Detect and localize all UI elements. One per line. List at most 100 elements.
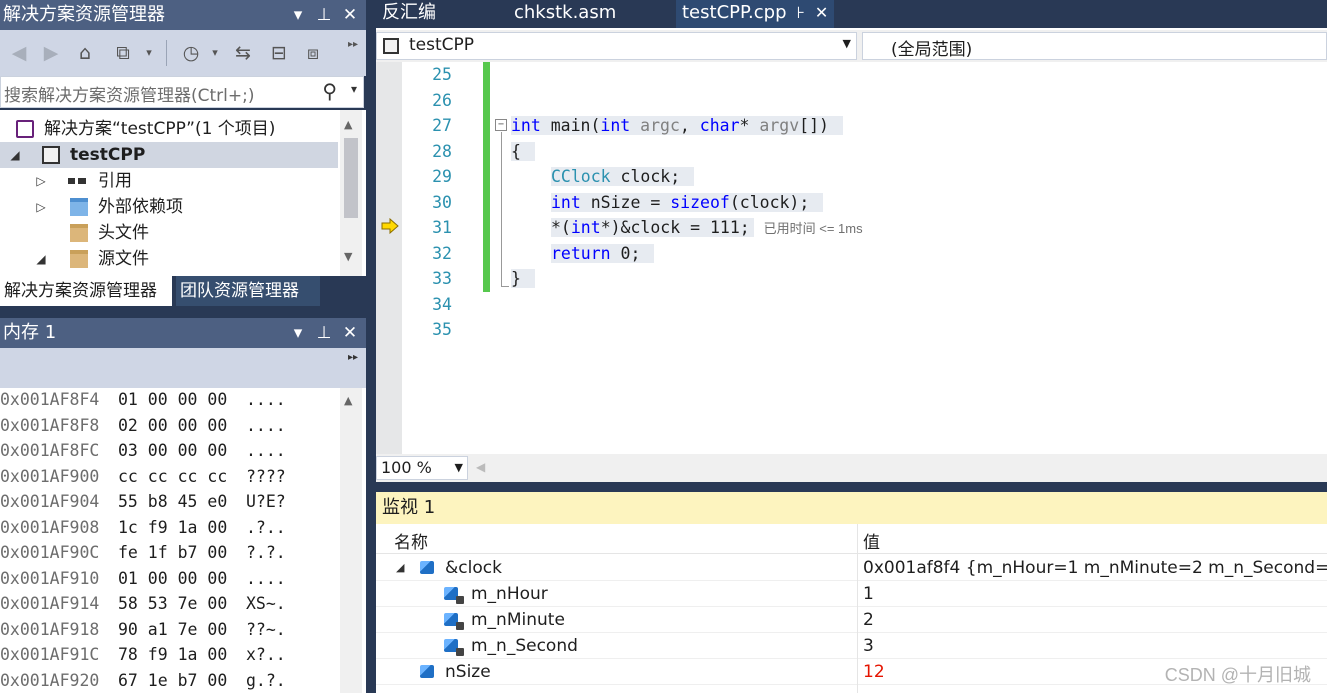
scope-dropdown-value: (全局范围) <box>891 40 973 60</box>
tab-disassembly[interactable]: 反汇编 <box>376 0 442 28</box>
solution-explorer-title: 解决方案资源管理器 <box>3 4 165 25</box>
tree-item-label: 引用 <box>98 171 132 191</box>
memory-scrollbar[interactable]: ▲ <box>340 388 362 693</box>
watch-name[interactable]: m_n_Second <box>471 633 578 659</box>
tab-team-explorer[interactable]: 团队资源管理器 <box>176 276 320 306</box>
pin-icon[interactable]: ⊥ <box>316 0 332 30</box>
scroll-down-icon[interactable]: ▼ <box>344 250 352 263</box>
memory-hex[interactable]: 78 f9 1a 00 <box>118 645 227 664</box>
memory-hex[interactable]: 58 53 7e 00 <box>118 594 227 613</box>
line-number: 27 <box>432 116 452 135</box>
tree-item-solution[interactable]: 解决方案“testCPP”(1 个项目) <box>0 116 338 142</box>
collapse-all-icon[interactable]: ⊟ <box>266 40 292 66</box>
watch-window: 监视 1 名称 值 ◢ &clock 0x001af8f4 {m_nHour=1… <box>376 492 1327 693</box>
tree-item-project[interactable]: ◢ testCPP <box>0 142 338 168</box>
tree-item-label: 外部依赖项 <box>98 197 183 217</box>
home-icon[interactable]: ⌂ <box>72 40 98 66</box>
tab-testcpp-cpp[interactable]: testCPP.cpp ⊦ ✕ <box>676 0 835 28</box>
lock-icon <box>456 622 464 630</box>
toolbar-overflow-icon[interactable]: ▸▸ <box>340 32 366 58</box>
expanded-arrow-icon[interactable]: ◢ <box>34 246 48 272</box>
scroll-up-icon[interactable]: ▲ <box>344 118 352 131</box>
expanded-arrow-icon[interactable]: ◢ <box>8 142 22 168</box>
column-header-value[interactable]: 值 <box>863 528 880 553</box>
watch-name[interactable]: m_nHour <box>471 581 548 607</box>
sync-icon[interactable]: ⇆ <box>230 40 256 66</box>
solution-tree-scrollbar[interactable]: ▲ ▼ <box>340 110 362 276</box>
memory-hex[interactable]: cc cc cc cc <box>118 467 227 486</box>
memory-hex[interactable]: 01 00 00 00 <box>118 390 227 409</box>
project-dropdown[interactable]: testCPP ▼ <box>376 32 857 60</box>
scroll-thumb[interactable] <box>344 138 358 218</box>
column-divider[interactable] <box>857 524 858 693</box>
memory-hex[interactable]: fe 1f b7 00 <box>118 543 227 562</box>
tree-item-header-files[interactable]: 头文件 <box>0 220 338 246</box>
memory-ascii: g.?. <box>246 670 286 690</box>
toolbar-overflow-icon[interactable]: ▸▸ <box>348 352 358 363</box>
memory-hex[interactable]: 1c f9 1a 00 <box>118 518 227 537</box>
watch-name[interactable]: nSize <box>445 659 491 685</box>
memory-hex[interactable]: 67 1e b7 00 <box>118 671 227 690</box>
solution-search-box[interactable]: 搜索解决方案资源管理器(Ctrl+;) ⚲ ▾ <box>0 76 364 108</box>
switch-view-icon[interactable]: ⧉ <box>110 40 136 66</box>
dropdown-icon[interactable]: ▾ <box>290 318 306 348</box>
scroll-up-icon[interactable]: ▲ <box>344 394 352 407</box>
watch-value[interactable]: 1 <box>863 581 874 607</box>
pending-changes-icon[interactable]: ◷ <box>178 40 204 66</box>
column-header-name[interactable]: 名称 <box>394 528 428 553</box>
scope-dropdown[interactable]: (全局范围) <box>862 32 1327 60</box>
watch-row[interactable]: ◢ &clock 0x001af8f4 {m_nHour=1 m_nMinute… <box>376 555 1327 581</box>
collapse-icon[interactable]: − <box>495 119 507 131</box>
code-line-31: *(int*)&clock = 111; 已用时间 <= 1ms <box>551 218 863 237</box>
watch-row[interactable]: m_n_Second 3 <box>376 633 1327 659</box>
pending-dropdown-icon[interactable]: ▾ <box>202 40 228 66</box>
search-icon[interactable]: ⚲ <box>322 79 337 103</box>
close-icon[interactable]: ✕ <box>815 3 828 22</box>
memory-title-bar: 内存 1 ▾ ⊥ ✕ <box>0 318 366 348</box>
code-text-area[interactable]: 25 26 27 28 29 30 31 32 33 34 35 − int m… <box>376 62 1327 454</box>
watch-row[interactable]: m_nMinute 2 <box>376 607 1327 633</box>
watch-header: 名称 值 <box>376 524 1327 554</box>
tree-item-source-files[interactable]: ◢ 源文件 <box>0 246 338 272</box>
watch-row[interactable]: m_nHour 1 <box>376 581 1327 607</box>
switch-view-dropdown-icon[interactable]: ▾ <box>136 40 162 66</box>
watch-name[interactable]: m_nMinute <box>471 607 565 633</box>
elapsed-time-hint[interactable]: 已用时间 <= 1ms <box>764 221 863 236</box>
chevron-down-icon[interactable]: ▼ <box>455 457 463 479</box>
indicator-margin[interactable] <box>376 62 402 454</box>
watch-value[interactable]: 3 <box>863 633 874 659</box>
watch-value[interactable]: 0x001af8f4 {m_nHour=1 m_nMinute=2 m_n_Se… <box>863 555 1327 581</box>
solution-explorer-title-bar: 解决方案资源管理器 ▾ ⊥ ✕ <box>0 0 366 30</box>
memory-view[interactable]: 0x001AF8F4 01 00 00 00.... 0x001AF8F8 02 0… <box>0 388 366 693</box>
pin-icon[interactable]: ⊦ <box>797 3 805 22</box>
dropdown-icon[interactable]: ▾ <box>290 0 306 30</box>
show-all-files-icon[interactable]: ⧈ <box>300 40 326 66</box>
tree-item-references[interactable]: ▷ 引用 <box>0 168 338 194</box>
search-options-dropdown-icon[interactable]: ▾ <box>351 82 357 96</box>
zoom-dropdown[interactable]: 100 % ▼ <box>376 456 468 480</box>
tab-solution-explorer[interactable]: 解决方案资源管理器 <box>0 276 172 306</box>
chevron-down-icon[interactable]: ▼ <box>843 37 851 50</box>
close-icon[interactable]: ✕ <box>342 318 358 348</box>
memory-hex[interactable]: 02 00 00 00 <box>118 416 227 435</box>
memory-hex[interactable]: 01 00 00 00 <box>118 569 227 588</box>
memory-hex[interactable]: 03 00 00 00 <box>118 441 227 460</box>
collapsed-arrow-icon[interactable]: ▷ <box>34 168 48 194</box>
tree-item-external-deps[interactable]: ▷ 外部依赖项 <box>0 194 338 220</box>
line-numbers: 25 26 27 28 29 30 31 32 33 34 35 <box>402 62 452 454</box>
expanded-arrow-icon[interactable]: ◢ <box>396 555 404 581</box>
project-icon <box>383 38 399 54</box>
memory-hex[interactable]: 90 a1 7e 00 <box>118 620 227 639</box>
tab-chkstk-asm[interactable]: chkstk.asm <box>508 0 622 28</box>
horizontal-scroll-left-icon[interactable]: ◀ <box>476 460 485 474</box>
memory-hex[interactable]: 55 b8 45 e0 <box>118 492 227 511</box>
memory-ascii: x?.. <box>246 645 286 664</box>
watch-name[interactable]: &clock <box>445 555 502 581</box>
back-icon[interactable]: ◀ <box>6 40 32 66</box>
collapsed-arrow-icon[interactable]: ▷ <box>34 194 48 220</box>
watch-value[interactable]: 2 <box>863 607 874 633</box>
close-icon[interactable]: ✕ <box>342 0 358 30</box>
forward-icon[interactable]: ▶ <box>38 40 64 66</box>
watch-value[interactable]: 12 <box>863 659 885 685</box>
pin-icon[interactable]: ⊥ <box>316 318 332 348</box>
